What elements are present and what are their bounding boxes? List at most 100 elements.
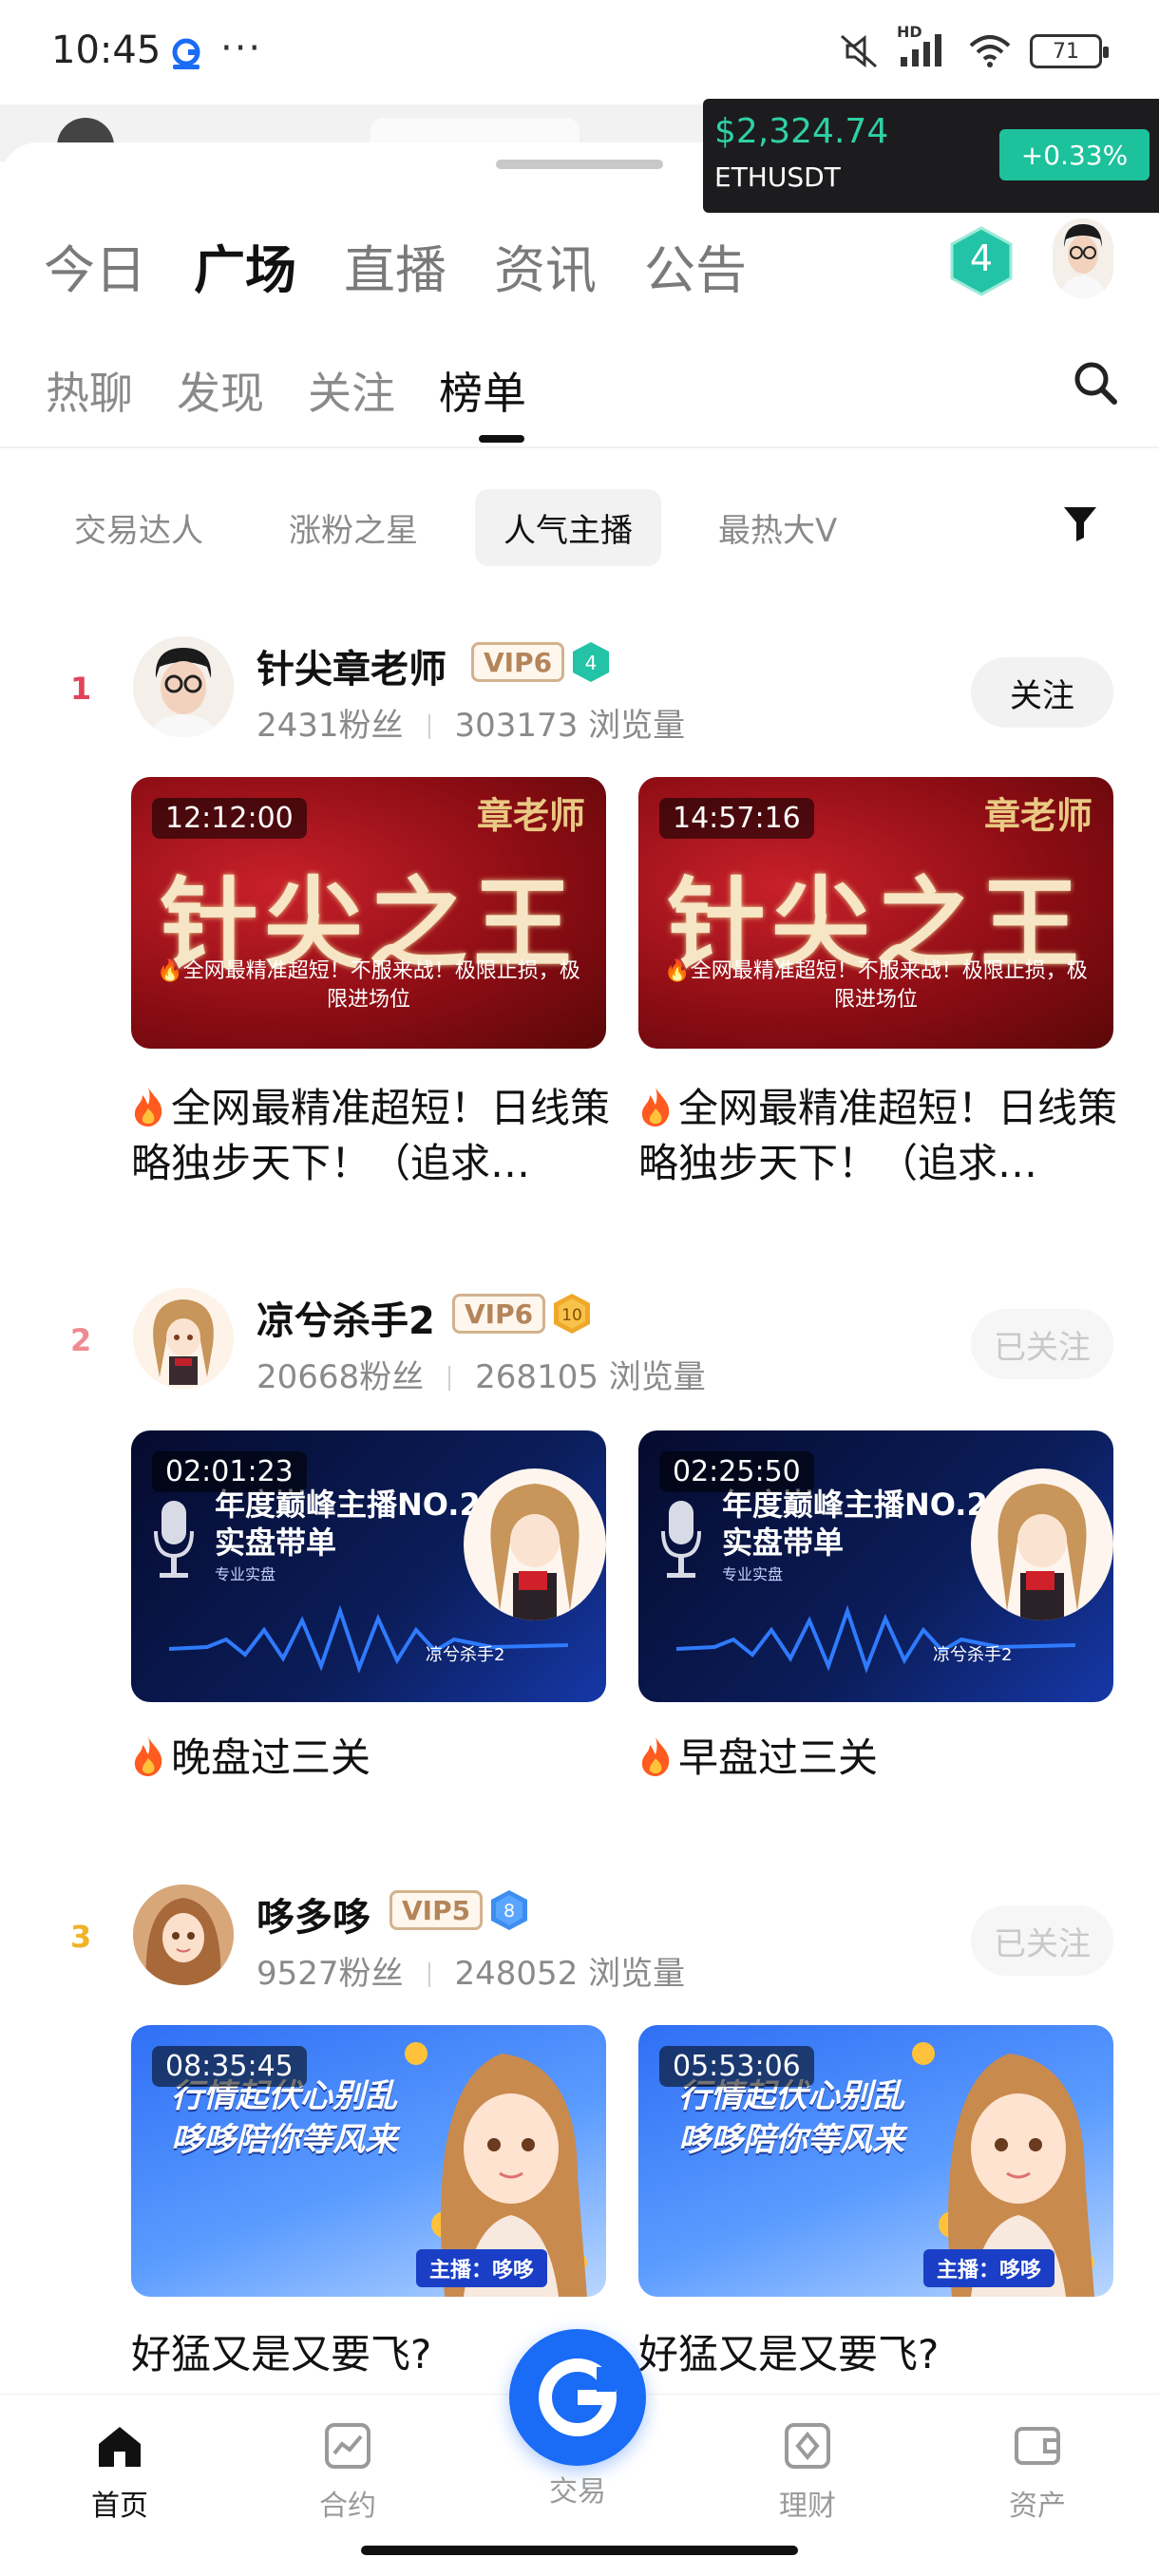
cell-signal-icon: HD <box>897 23 950 70</box>
rank-number: 2 <box>70 1322 92 1358</box>
fire-icon <box>134 1088 162 1127</box>
status-time: 10:45 <box>51 28 162 72</box>
nav-trade-label: 交易 <box>549 2475 606 2509</box>
subtab-hot-chat[interactable]: 热聊 <box>46 359 133 422</box>
user-level-badge[interactable]: 4 <box>948 226 1015 296</box>
nav-home-label: 首页 <box>91 2490 148 2523</box>
stream-title-text: 好猛又是又要飞? <box>638 2331 940 2377</box>
filter-top-traders[interactable]: 交易达人 <box>46 489 232 566</box>
nav-contracts[interactable]: 合约 <box>291 2421 405 2524</box>
banner-brand: 章老师 <box>983 794 1092 837</box>
search-icon[interactable] <box>1072 359 1119 407</box>
tab-news[interactable]: 资讯 <box>494 228 597 303</box>
stream-title-text: 晚盘过三关 <box>171 1734 371 1781</box>
stream-thumbnail[interactable]: 年度巅峰主播NO.2 实盘带单 专业实盘 凉兮杀手2 02:25:50 <box>638 1430 1113 1702</box>
price-ticker[interactable]: $2,324.74 ETHUSDT +0.33% <box>703 99 1159 213</box>
nav-home[interactable]: 首页 <box>63 2421 177 2524</box>
avatar-illustration <box>133 1288 234 1389</box>
level-badge-icon: 4 <box>573 642 609 682</box>
mute-icon <box>841 34 877 68</box>
stream-duration: 02:01:23 <box>152 1451 307 1492</box>
vip-badge: VIP6 <box>471 642 565 682</box>
banner-tag: 专业实盘 <box>215 1565 276 1583</box>
stream-thumbnail[interactable]: 章老师 针尖之王 🔥全网最精准超短！不服来战！极限止损，极限进场位 14:57:… <box>638 777 1113 1049</box>
host-name[interactable]: 凉兮杀手2 <box>256 1290 435 1345</box>
stream-thumbnail[interactable]: 行情起伏心别乱 哆哆陪你等风来 主播：哆哆 08:35:45 <box>131 2025 606 2297</box>
stream-thumbnail[interactable]: 行情起伏心别乱 哆哆陪你等风来 主播：哆哆 05:53:06 <box>638 2025 1113 2297</box>
top-tabs: 今日 广场 直播 资讯 公告 <box>44 228 747 303</box>
stream-thumbnail[interactable]: 章老师 针尖之王 🔥全网最精准超短！不服来战！极限止损，极限进场位 12:12:… <box>131 777 606 1049</box>
avatar[interactable] <box>133 1885 234 1985</box>
followed-button[interactable]: 已关注 <box>971 1309 1113 1379</box>
vip-badge: VIP6 <box>452 1294 546 1334</box>
subtab-following[interactable]: 关注 <box>308 359 395 422</box>
banner-host-label: 主播：哆哆 <box>416 2249 548 2287</box>
banner-subtitle: 🔥全网最精准超短！不服来战！极限止损，极限进场位 <box>664 959 1088 1012</box>
tab-announcement[interactable]: 公告 <box>644 228 747 303</box>
filter-popular-hosts[interactable]: 人气主播 <box>475 489 661 566</box>
filter-rising-stars[interactable]: 涨粉之星 <box>260 489 446 566</box>
finance-icon <box>785 2423 830 2469</box>
banner-host-label: 主播：哆哆 <box>923 2249 1055 2287</box>
tab-square[interactable]: 广场 <box>194 228 296 303</box>
stream-title[interactable]: 全网最精准超短！日线策略独步天下！（追求… <box>131 1081 625 1191</box>
follow-button[interactable]: 关注 <box>971 657 1113 728</box>
level-number: 10 <box>561 1306 582 1325</box>
stream-title[interactable]: 全网最精准超短！日线策略独步天下！（追求… <box>638 1081 1132 1191</box>
stream-title-text: 早盘过三关 <box>678 1734 879 1781</box>
fans-count: 2431粉丝 <box>256 707 404 745</box>
stream-title-text: 好猛又是又要飞? <box>131 2331 432 2377</box>
nav-finance[interactable]: 理财 <box>750 2421 864 2524</box>
stream-thumbnail[interactable]: 年度巅峰主播NO.2 实盘带单 专业实盘 凉兮杀手2 02:01:23 <box>131 1430 606 1702</box>
banner-host-name: 凉兮杀手2 <box>933 1645 1013 1665</box>
microphone-icon <box>154 1501 194 1578</box>
avatar[interactable] <box>133 1288 234 1389</box>
tab-live[interactable]: 直播 <box>344 228 446 303</box>
my-avatar[interactable] <box>1053 218 1113 298</box>
stream-title-text: 全网最精准超短！日线策略独步天下！（追求… <box>638 1085 1118 1186</box>
divider <box>0 446 1159 448</box>
banner-host-name: 凉兮杀手2 <box>426 1645 505 1665</box>
views-count: 303173 浏览量 <box>454 707 686 745</box>
followed-button[interactable]: 已关注 <box>971 1905 1113 1976</box>
ticker-price: $2,324.74 <box>714 112 889 151</box>
app-screen: 10:45 ··· HD 71 $2,324.74 ETHUSDT +0.33%… <box>0 0 1159 2576</box>
stream-duration: 14:57:16 <box>659 798 814 839</box>
fans-count: 9527粉丝 <box>256 1955 404 1993</box>
banner-subtitle: 🔥全网最精准超短！不服来战！极限止损，极限进场位 <box>157 959 580 1012</box>
rank-number: 1 <box>70 671 92 707</box>
stream-title[interactable]: 好猛又是又要飞? <box>638 2327 1132 2382</box>
stream-duration: 08:35:45 <box>152 2046 307 2087</box>
stream-title[interactable]: 早盘过三关 <box>638 1731 1132 1786</box>
filter-funnel-icon[interactable] <box>1062 503 1098 543</box>
subtab-discover[interactable]: 发现 <box>177 359 264 422</box>
avatar[interactable] <box>133 636 234 737</box>
trade-button[interactable] <box>509 2329 646 2466</box>
chart-icon <box>325 2423 370 2469</box>
banner-brand: 章老师 <box>476 794 585 837</box>
banner-headline: 年度巅峰主播NO.2 实盘带单 <box>215 1486 481 1562</box>
filter-hottest-influencers[interactable]: 最热大V <box>690 489 865 566</box>
tab-today[interactable]: 今日 <box>44 228 146 303</box>
level-badge-icon: 10 <box>554 1294 590 1334</box>
sheet-drag-handle[interactable] <box>496 160 663 169</box>
user-level-number: 4 <box>969 237 994 279</box>
subtab-rankings[interactable]: 榜单 <box>439 359 526 422</box>
rank-number: 3 <box>70 1919 92 1955</box>
host-name[interactable]: 针尖章老师 <box>256 638 446 693</box>
host-name[interactable]: 哆多哆 <box>256 1886 370 1941</box>
system-home-indicator[interactable] <box>361 2546 798 2555</box>
banner-headline: 行情起伏心别乱 哆哆陪你等风来 <box>171 2074 397 2162</box>
level-number: 8 <box>504 1901 515 1922</box>
views-count: 268105 浏览量 <box>475 1358 706 1396</box>
fire-icon <box>641 1088 670 1127</box>
stream-title[interactable]: 晚盘过三关 <box>131 1731 625 1786</box>
host-portrait <box>971 1468 1113 1620</box>
ticker-symbol: ETHUSDT <box>714 161 841 193</box>
battery-icon: 71 <box>1030 34 1109 68</box>
nav-assets[interactable]: 资产 <box>980 2421 1094 2524</box>
ticker-change: +0.33% <box>999 129 1150 180</box>
host-stats: 20668粉丝 268105 浏览量 <box>256 1351 706 1397</box>
host-stats: 2431粉丝 303173 浏览量 <box>256 699 685 746</box>
views-count: 248052 浏览量 <box>454 1955 686 1993</box>
